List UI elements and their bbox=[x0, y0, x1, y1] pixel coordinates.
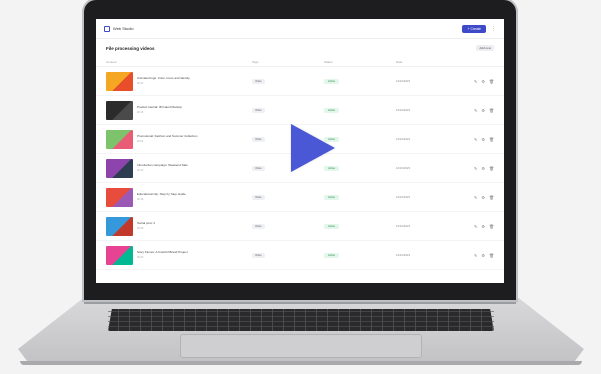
table-row[interactable]: Educational clip: Step by Step Guide 00:… bbox=[96, 183, 504, 212]
settings-icon[interactable]: ⚙ bbox=[481, 166, 485, 171]
create-button[interactable]: + Create bbox=[462, 24, 486, 33]
column-tags[interactable]: Tags bbox=[252, 60, 324, 64]
table-header: Content Tags Status Date bbox=[96, 57, 504, 67]
video-cell: Promotional: Fashion and Summer Collecti… bbox=[106, 129, 252, 149]
status-badge: Active bbox=[324, 252, 340, 258]
settings-icon[interactable]: ⚙ bbox=[481, 195, 485, 200]
status-badge: Active bbox=[324, 78, 340, 84]
row-actions: ✎ ⚙ 🗑 bbox=[474, 195, 504, 200]
settings-icon[interactable]: ⚙ bbox=[481, 108, 485, 113]
video-thumbnail[interactable] bbox=[106, 129, 133, 149]
video-title[interactable]: Introduction campaign: Weekend Sale bbox=[137, 163, 211, 168]
section-header: File processing videos Add new bbox=[96, 39, 504, 57]
edit-icon[interactable]: ✎ bbox=[474, 195, 477, 200]
edit-icon[interactable]: ✎ bbox=[474, 224, 477, 229]
video-title[interactable]: Product tutorial: 3D Hand Mockup bbox=[137, 105, 211, 110]
section-title: File processing videos bbox=[106, 45, 155, 51]
table-row[interactable]: Social post: 2 00:08 Video Active 12/10/… bbox=[96, 212, 504, 241]
edit-icon[interactable]: ✎ bbox=[474, 137, 477, 142]
row-actions: ✎ ⚙ 🗑 bbox=[474, 224, 504, 229]
delete-icon[interactable]: 🗑 bbox=[489, 79, 494, 84]
settings-icon[interactable]: ⚙ bbox=[481, 79, 485, 84]
table-row[interactable]: Animated logo: Color, icons and identity… bbox=[96, 67, 504, 96]
delete-icon[interactable]: 🗑 bbox=[489, 137, 494, 142]
video-thumbnail[interactable] bbox=[106, 216, 133, 236]
edit-icon[interactable]: ✎ bbox=[474, 108, 477, 113]
table-row[interactable]: Story frames: A Colorful Brand Project 0… bbox=[96, 241, 504, 270]
video-cell: Social post: 2 00:08 bbox=[106, 216, 252, 236]
app-name: Web Studio bbox=[113, 26, 134, 31]
date-text: 12/10/2023 bbox=[396, 166, 410, 170]
video-title[interactable]: Promotional: Fashion and Summer Collecti… bbox=[137, 134, 211, 139]
tag-badge: Video bbox=[252, 78, 265, 84]
row-actions: ✎ ⚙ 🗑 bbox=[474, 137, 504, 142]
video-cell: Product tutorial: 3D Hand Mockup 00:15 bbox=[106, 100, 252, 120]
tag-badge: Video bbox=[252, 107, 265, 113]
row-actions: ✎ ⚙ 🗑 bbox=[474, 166, 504, 171]
edit-icon[interactable]: ✎ bbox=[474, 253, 477, 258]
video-cell: Story frames: A Colorful Brand Project 0… bbox=[106, 245, 252, 265]
more-icon[interactable]: ⋮ bbox=[491, 26, 496, 32]
video-title[interactable]: Animated logo: Color, icons and identity bbox=[137, 76, 211, 81]
video-duration: 00:08 bbox=[137, 227, 144, 231]
video-duration: 00:10 bbox=[137, 169, 144, 173]
status-badge: Active bbox=[324, 107, 340, 113]
video-thumbnail[interactable] bbox=[106, 187, 133, 207]
delete-icon[interactable]: 🗑 bbox=[489, 195, 494, 200]
table-row[interactable]: Product tutorial: 3D Hand Mockup 00:15 V… bbox=[96, 96, 504, 125]
delete-icon[interactable]: 🗑 bbox=[489, 253, 494, 258]
date-text: 12/10/2023 bbox=[396, 79, 410, 83]
video-duration: 00:22 bbox=[137, 140, 144, 144]
tag-badge: Video bbox=[252, 165, 265, 171]
app-logo[interactable]: Web Studio bbox=[104, 25, 134, 32]
row-actions: ✎ ⚙ 🗑 bbox=[474, 108, 504, 113]
tag-badge: Video bbox=[252, 223, 265, 229]
edit-icon[interactable]: ✎ bbox=[474, 79, 477, 84]
settings-icon[interactable]: ⚙ bbox=[481, 137, 485, 142]
laptop-base-edge bbox=[20, 361, 582, 365]
status-badge: Active bbox=[324, 223, 340, 229]
video-cell: Animated logo: Color, icons and identity… bbox=[106, 71, 252, 91]
date-text: 12/10/2023 bbox=[396, 108, 410, 112]
video-thumbnail[interactable] bbox=[106, 158, 133, 178]
video-title[interactable]: Social post: 2 bbox=[137, 221, 211, 226]
tag-badge: Video bbox=[252, 136, 265, 142]
column-status[interactable]: Status bbox=[324, 60, 396, 64]
top-bar: Web Studio + Create ⋮ bbox=[96, 19, 504, 39]
video-thumbnail[interactable] bbox=[106, 100, 133, 120]
logo-icon bbox=[104, 25, 110, 32]
column-date[interactable]: Date bbox=[396, 60, 474, 64]
date-text: 12/10/2023 bbox=[396, 137, 410, 141]
video-duration: 00:18 bbox=[137, 198, 144, 202]
tag-badge: Video bbox=[252, 252, 265, 258]
trackpad bbox=[180, 334, 422, 358]
video-duration: 00:12 bbox=[137, 82, 144, 86]
row-actions: ✎ ⚙ 🗑 bbox=[474, 79, 504, 84]
video-title[interactable]: Educational clip: Step by Step Guide bbox=[137, 192, 211, 197]
date-text: 12/10/2023 bbox=[396, 224, 410, 228]
video-duration: 00:15 bbox=[137, 111, 144, 115]
column-content[interactable]: Content bbox=[106, 60, 252, 64]
delete-icon[interactable]: 🗑 bbox=[489, 108, 494, 113]
row-actions: ✎ ⚙ 🗑 bbox=[474, 253, 504, 258]
play-icon[interactable] bbox=[291, 124, 335, 172]
video-cell: Introduction campaign: Weekend Sale 00:1… bbox=[106, 158, 252, 178]
edit-icon[interactable]: ✎ bbox=[474, 166, 477, 171]
settings-icon[interactable]: ⚙ bbox=[481, 224, 485, 229]
date-text: 12/10/2023 bbox=[396, 195, 410, 199]
video-cell: Educational clip: Step by Step Guide 00:… bbox=[106, 187, 252, 207]
video-duration: 00:20 bbox=[137, 256, 144, 260]
video-title[interactable]: Story frames: A Colorful Brand Project bbox=[137, 250, 211, 255]
video-thumbnail[interactable] bbox=[106, 245, 133, 265]
tag-badge: Video bbox=[252, 194, 265, 200]
status-badge: Active bbox=[324, 194, 340, 200]
delete-icon[interactable]: 🗑 bbox=[489, 166, 494, 171]
keyboard-rows bbox=[108, 309, 494, 331]
video-thumbnail[interactable] bbox=[106, 71, 133, 91]
delete-icon[interactable]: 🗑 bbox=[489, 224, 494, 229]
settings-icon[interactable]: ⚙ bbox=[481, 253, 485, 258]
add-new-button[interactable]: Add new bbox=[476, 45, 494, 51]
date-text: 12/10/2023 bbox=[396, 253, 410, 257]
